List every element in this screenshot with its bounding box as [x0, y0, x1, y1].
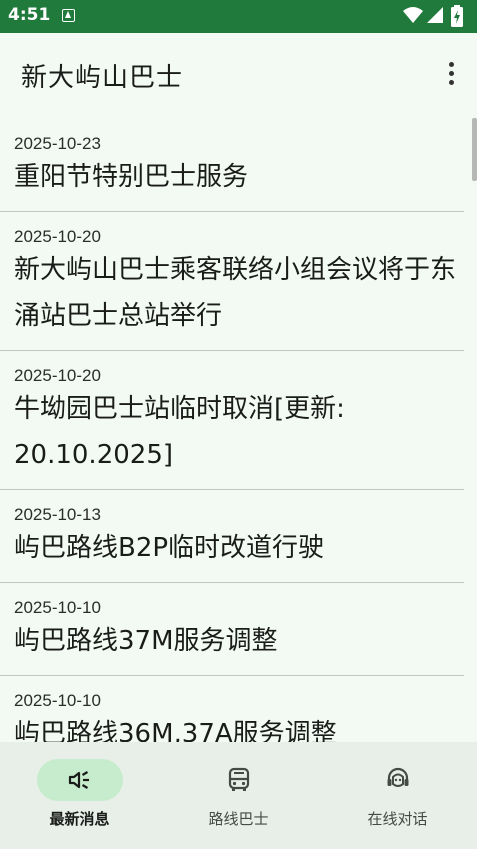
more-options-button[interactable]	[439, 59, 463, 87]
list-item[interactable]: 2025-10-13 屿巴路线B2P临时改道行驶	[0, 490, 464, 583]
support-agent-icon	[387, 767, 409, 787]
nav-item-live-chat[interactable]: 在线对话	[318, 742, 477, 849]
news-date: 2025-10-23	[14, 134, 101, 153]
signal-icon	[427, 7, 443, 23]
page-title: 新大屿山巴士	[21, 63, 184, 93]
nav-item-latest-news[interactable]: 最新消息	[0, 742, 159, 849]
news-title: 牛坳园巴士站临时取消[更新: 20.10.2025]	[14, 394, 345, 470]
news-date: 2025-10-10	[14, 691, 101, 710]
list-item[interactable]: 2025-10-23 重阳节特别巴士服务	[0, 119, 464, 212]
more-vert-icon-dot	[448, 80, 454, 85]
wifi-icon	[403, 7, 423, 23]
notification-icon	[62, 9, 75, 22]
list-item[interactable]: 2025-10-20 牛坳园巴士站临时取消[更新: 20.10.2025]	[0, 351, 464, 490]
news-title: 屿巴路线36M,37A服务调整	[14, 719, 337, 742]
more-vert-icon	[448, 62, 454, 67]
status-time: 4:51	[8, 5, 51, 25]
news-title: 重阳节特别巴士服务	[14, 162, 249, 192]
bus-icon	[228, 767, 250, 791]
nav-label: 路线巴士	[208, 810, 269, 828]
megaphone-icon	[68, 771, 89, 789]
list-item[interactable]: 2025-10-10 屿巴路线36M,37A服务调整	[0, 676, 464, 742]
more-vert-icon-dot	[448, 71, 454, 76]
news-date: 2025-10-10	[14, 598, 101, 617]
battery-charging-icon	[451, 5, 463, 27]
news-title: 屿巴路线37M服务调整	[14, 626, 278, 656]
status-bar: 4:51	[0, 0, 477, 33]
nav-item-route-bus[interactable]: 路线巴士	[159, 742, 318, 849]
nav-label: 在线对话	[367, 810, 428, 828]
nav-label: 最新消息	[49, 810, 110, 828]
app-bar: 新大屿山巴士	[0, 33, 477, 119]
news-date: 2025-10-13	[14, 505, 101, 524]
bottom-navigation: 最新消息 路线巴士 在线对话	[0, 742, 477, 849]
news-date: 2025-10-20	[14, 366, 101, 385]
list-item[interactable]: 2025-10-10 屿巴路线37M服务调整	[0, 583, 464, 676]
list-item[interactable]: 2025-10-20 新大屿山巴士乘客联络小组会议将于东涌站巴士总站举行	[0, 212, 464, 351]
news-title: 新大屿山巴士乘客联络小组会议将于东涌站巴士总站举行	[14, 255, 457, 331]
news-date: 2025-10-20	[14, 227, 101, 246]
news-list[interactable]: 2025-10-23 重阳节特别巴士服务 2025-10-20 新大屿山巴士乘客…	[0, 119, 477, 742]
news-title: 屿巴路线B2P临时改道行驶	[14, 533, 325, 563]
scrollbar-thumb[interactable]	[472, 118, 477, 181]
